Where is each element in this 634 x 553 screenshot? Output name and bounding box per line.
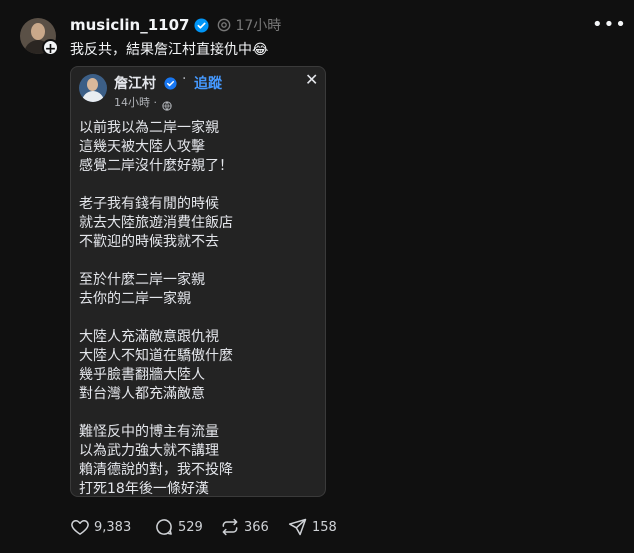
embedded-separator: · xyxy=(182,71,187,87)
ai-label-icon[interactable] xyxy=(217,18,231,32)
share-icon xyxy=(288,518,307,536)
avatar-face xyxy=(31,23,45,40)
embedded-verified-icon xyxy=(164,75,177,94)
post-header: musiclin_1107 17小時 xyxy=(70,14,281,36)
embedded-screenshot[interactable]: 詹江村 · 追蹤 ✕ 14小時 · 以前我以為二岸一家親 這幾天被大陸人攻擊 感… xyxy=(70,66,326,497)
embedded-author-name: 詹江村 xyxy=(114,76,156,92)
heart-icon xyxy=(71,520,89,535)
post-time: 17小時 xyxy=(235,18,282,34)
like-button[interactable]: 9,383 xyxy=(70,517,154,537)
embedded-body-text: 以前我以為二岸一家親 這幾天被大陸人攻擊 感覺二岸沒什麼好親了！ 老子我有錢有閒… xyxy=(79,120,233,497)
post-text: 我反共，結果詹江村直接仇中😂 xyxy=(70,42,269,58)
comment-count: 529 xyxy=(178,519,203,535)
follow-plus-icon[interactable]: + xyxy=(42,39,59,57)
embedded-avatar xyxy=(79,74,107,102)
repost-button[interactable]: 366 xyxy=(220,517,288,537)
comment-icon xyxy=(156,519,172,535)
embedded-time: 14小時 · xyxy=(114,96,157,109)
more-icon[interactable]: ••• xyxy=(592,14,627,35)
globe-icon xyxy=(162,96,172,115)
share-button[interactable]: 158 xyxy=(288,517,337,537)
username[interactable]: musiclin_1107 xyxy=(70,16,189,34)
action-bar: 9,383 529 366 158 xyxy=(70,517,337,537)
embedded-follow-link: 追蹤 xyxy=(194,76,222,92)
close-icon: ✕ xyxy=(305,70,319,89)
like-count: 9,383 xyxy=(94,519,132,535)
verified-icon xyxy=(194,17,210,33)
comment-button[interactable]: 529 xyxy=(154,517,220,537)
repost-count: 366 xyxy=(244,519,269,535)
repost-icon xyxy=(222,518,238,536)
share-count: 158 xyxy=(312,519,337,535)
